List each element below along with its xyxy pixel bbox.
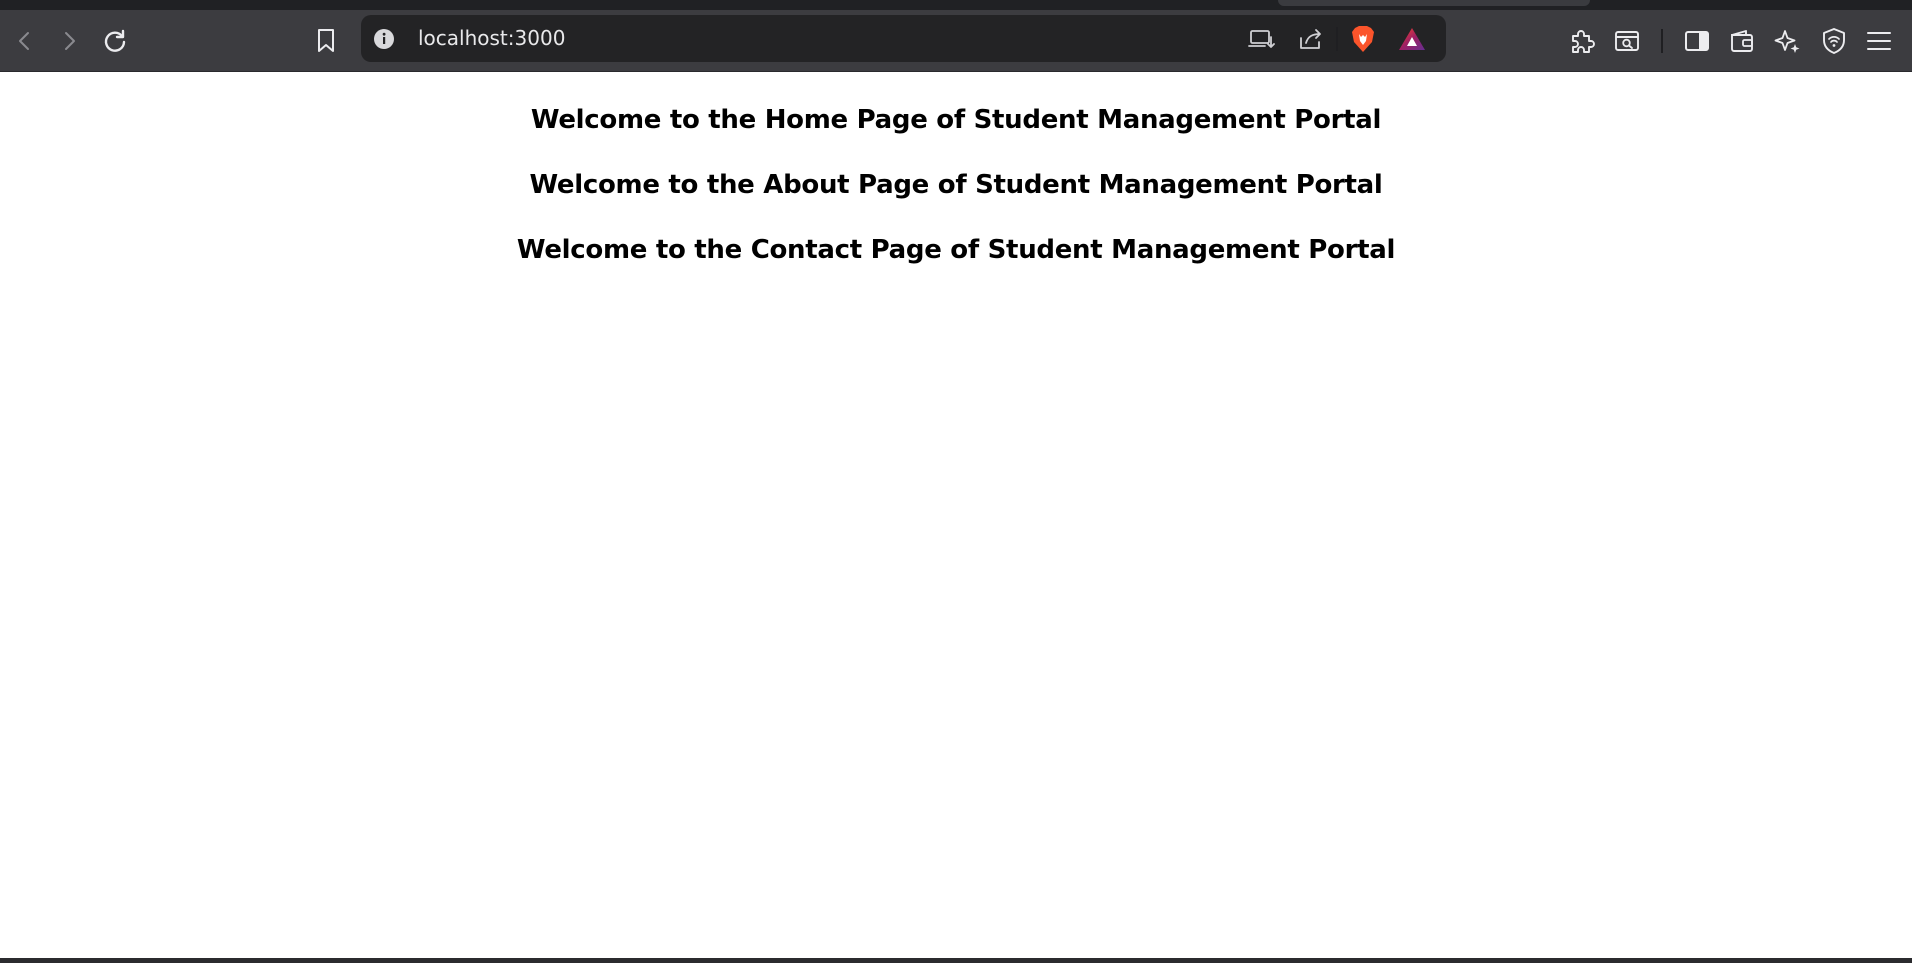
wallet-button[interactable] [1724,23,1760,59]
address-separator [1336,27,1338,51]
wallet-icon [1731,30,1753,52]
info-icon [374,29,394,49]
share-button[interactable] [1295,23,1327,55]
forward-button[interactable] [51,23,87,59]
reload-icon [104,29,126,52]
window-bottom-edge [0,958,1912,963]
install-app-icon [1248,30,1275,48]
shield-wifi-icon [1823,28,1845,54]
about-heading: Welcome to the About Page of Student Man… [529,170,1383,200]
brave-shields-button[interactable] [1347,23,1379,55]
puzzle-icon [1572,30,1595,53]
tab-strip [0,0,1912,10]
brave-rewards-icon [1399,28,1425,50]
contact-heading: Welcome to the Contact Page of Student M… [516,235,1396,265]
home-heading: Welcome to the Home Page of Student Mana… [530,105,1382,135]
site-info-button[interactable] [372,27,396,51]
brave-shields-icon [1352,26,1374,52]
bookmark-icon [318,29,334,52]
bookmark-button[interactable] [308,23,344,59]
extensions-button[interactable] [1564,23,1600,59]
tab-search-button[interactable] [1609,23,1645,59]
reload-button[interactable] [97,23,133,59]
vpn-button[interactable] [1816,23,1852,59]
browser-toolbar: localhost:3000 [0,10,1912,72]
address-bar[interactable]: localhost:3000 [361,15,1446,62]
back-button[interactable] [7,23,43,59]
install-app-button[interactable] [1246,23,1278,55]
sidebar-button[interactable] [1679,23,1715,59]
leo-ai-button[interactable] [1770,23,1806,59]
hamburger-menu-icon [1867,32,1891,50]
forward-arrow-icon [65,32,75,50]
active-tab-edge[interactable] [1278,0,1590,6]
tab-search-icon [1615,31,1639,51]
share-icon [1300,29,1321,49]
brave-rewards-button[interactable] [1396,23,1428,55]
sparkle-icon [1774,30,1800,53]
page-content: Welcome to the Home Page of Student Mana… [0,72,1912,958]
sidebar-icon [1685,31,1709,51]
url-text[interactable]: localhost:3000 [418,15,565,62]
back-arrow-icon [19,32,29,50]
main-menu-button[interactable] [1861,23,1897,59]
toolbar-separator [1661,29,1663,53]
